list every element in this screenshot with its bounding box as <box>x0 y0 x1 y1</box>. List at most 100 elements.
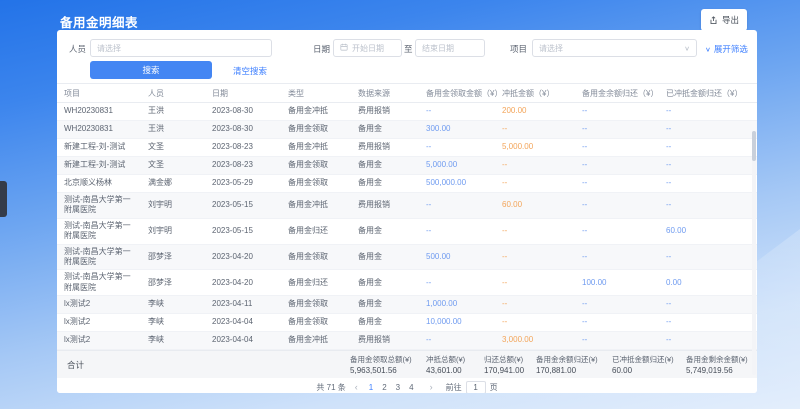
summary-item-value: 43,601.00 <box>426 366 484 375</box>
cell-source: 费用报销 <box>354 140 422 154</box>
cell-project: 测试-南昌大学第一附属医院 <box>60 270 144 295</box>
cell-offset_return: 60.00 <box>662 224 755 238</box>
cell-offset: -- <box>498 297 578 311</box>
cell-offset: -- <box>498 176 578 190</box>
cell-date: 2023-04-20 <box>208 250 284 264</box>
export-icon <box>709 16 718 25</box>
cell-offset_return: -- <box>662 104 755 118</box>
header-cell: 人员 <box>144 88 208 99</box>
cell-person: 刘宇明 <box>144 198 208 212</box>
summary-item-value: 170,941.00 <box>484 366 536 375</box>
cell-source: 备用金 <box>354 224 422 238</box>
cell-date: 2023-08-30 <box>208 122 284 136</box>
summary-label: 合计 <box>67 359 84 371</box>
date-filter-label: 日期 <box>313 43 330 55</box>
next-page-button[interactable]: › <box>428 382 435 392</box>
pagination: 共 71 条 ‹ 1234 › 前往 页 <box>57 378 757 393</box>
table-row: 北京顺义杨林满金娜2023-05-29备用金领取备用金500,000.00---… <box>57 175 757 193</box>
summary-item-value: 170,881.00 <box>536 366 612 375</box>
header-cell: 项目 <box>60 88 144 99</box>
table-row: lx测试2李峡2023-04-04备用金领取备用金10,000.00------ <box>57 314 757 332</box>
cell-source: 备用金 <box>354 176 422 190</box>
cell-offset: 200.00 <box>498 104 578 118</box>
cell-person: 王洪 <box>144 104 208 118</box>
cell-type: 备用金领取 <box>284 122 354 136</box>
summary-item-label: 备用金剩余金额(¥) <box>686 354 754 365</box>
goto-unit: 页 <box>490 382 498 393</box>
goto-page-input[interactable] <box>466 381 486 393</box>
table-scrollbar[interactable] <box>752 131 756 375</box>
cell-source: 备用金 <box>354 158 422 172</box>
page-number-3[interactable]: 3 <box>394 383 402 392</box>
cell-offset: 5,000.00 <box>498 140 578 154</box>
cell-offset_return: -- <box>662 315 755 329</box>
cell-balance_return: -- <box>578 297 662 311</box>
cell-type: 备用金冲抵 <box>284 333 354 347</box>
table-row: WH20230831王洪2023-08-30备用金领取备用金300.00----… <box>57 121 757 139</box>
expand-filter-link[interactable]: ∨ 展开筛选 <box>705 43 748 55</box>
cell-project: lx测试2 <box>60 297 144 311</box>
summary-item-label: 备用金余额归还(¥) <box>536 354 612 365</box>
cell-offset: -- <box>498 250 578 264</box>
header-cell: 备用金余额归还（¥） <box>578 88 662 99</box>
cell-offset_return: -- <box>662 176 755 190</box>
header-cell: 备用金领取金额（¥） <box>422 88 498 99</box>
cell-offset: 3,000.00 <box>498 333 578 347</box>
search-button[interactable]: 搜索 <box>90 61 212 79</box>
filter-actions: 搜索 清空搜索 <box>57 61 757 83</box>
cell-source: 费用报销 <box>354 104 422 118</box>
cell-person: 李峡 <box>144 297 208 311</box>
cell-date: 2023-04-04 <box>208 333 284 347</box>
page-number-4[interactable]: 4 <box>407 383 415 392</box>
cell-offset_return: -- <box>662 158 755 172</box>
date-start-input[interactable]: 开始日期 <box>333 39 402 57</box>
date-end-input[interactable]: 结束日期 <box>415 39 485 57</box>
project-select[interactable]: 请选择 ∨ <box>532 39 697 57</box>
cell-project: 测试-南昌大学第一附属医院 <box>60 245 144 270</box>
date-start-placeholder: 开始日期 <box>352 43 384 54</box>
summary-item-value: 60.00 <box>612 366 686 375</box>
total-count: 共 71 条 <box>316 382 345 393</box>
clear-search-link[interactable]: 清空搜索 <box>233 65 267 77</box>
table-row: 测试-南昌大学第一附属医院邵梦泽2023-04-20备用金领取备用金500.00… <box>57 245 757 271</box>
summary-item-label: 已冲抵金额归还(¥) <box>612 354 686 365</box>
cell-type: 备用金归还 <box>284 276 354 290</box>
cell-date: 2023-05-15 <box>208 198 284 212</box>
cell-balance_return: -- <box>578 224 662 238</box>
page-number-1[interactable]: 1 <box>367 383 375 392</box>
cell-offset: -- <box>498 315 578 329</box>
cell-project: lx测试2 <box>60 333 144 347</box>
cell-received: 500,000.00 <box>422 176 498 190</box>
cell-source: 费用报销 <box>354 198 422 212</box>
summary-item: 已冲抵金额归还(¥)60.00 <box>612 354 686 375</box>
summary-item-value: 5,749,019.56 <box>686 366 754 375</box>
cell-source: 备用金 <box>354 315 422 329</box>
cell-project: WH20230831 <box>60 104 144 118</box>
date-end-placeholder: 结束日期 <box>422 43 454 54</box>
cell-date: 2023-08-30 <box>208 104 284 118</box>
cell-project: WH20230831 <box>60 122 144 136</box>
cell-type: 备用金领取 <box>284 250 354 264</box>
cell-project: 新建工程-刘-测试 <box>60 158 144 172</box>
cell-balance_return: -- <box>578 104 662 118</box>
collapsed-panel-handle[interactable] <box>0 181 7 217</box>
cell-received: -- <box>422 333 498 347</box>
cell-type: 备用金冲抵 <box>284 104 354 118</box>
cell-received: 500.00 <box>422 250 498 264</box>
header-cell: 类型 <box>284 88 354 99</box>
cell-received: -- <box>422 198 498 212</box>
cell-date: 2023-05-29 <box>208 176 284 190</box>
cell-balance_return: -- <box>578 250 662 264</box>
summary-item: 冲抵总额(¥)43,601.00 <box>426 354 484 375</box>
cell-date: 2023-05-15 <box>208 224 284 238</box>
cell-person: 李峡 <box>144 333 208 347</box>
scrollbar-thumb[interactable] <box>752 131 756 161</box>
cell-source: 费用报销 <box>354 333 422 347</box>
export-button[interactable]: 导出 <box>701 9 747 31</box>
cell-person: 李峡 <box>144 315 208 329</box>
person-filter-label: 人员 <box>69 43 86 55</box>
table-row: 新建工程-刘-测试文圣2023-08-23备用金领取备用金5,000.00---… <box>57 157 757 175</box>
person-filter-input[interactable] <box>90 39 272 57</box>
prev-page-button[interactable]: ‹ <box>353 382 360 392</box>
page-number-2[interactable]: 2 <box>380 383 388 392</box>
